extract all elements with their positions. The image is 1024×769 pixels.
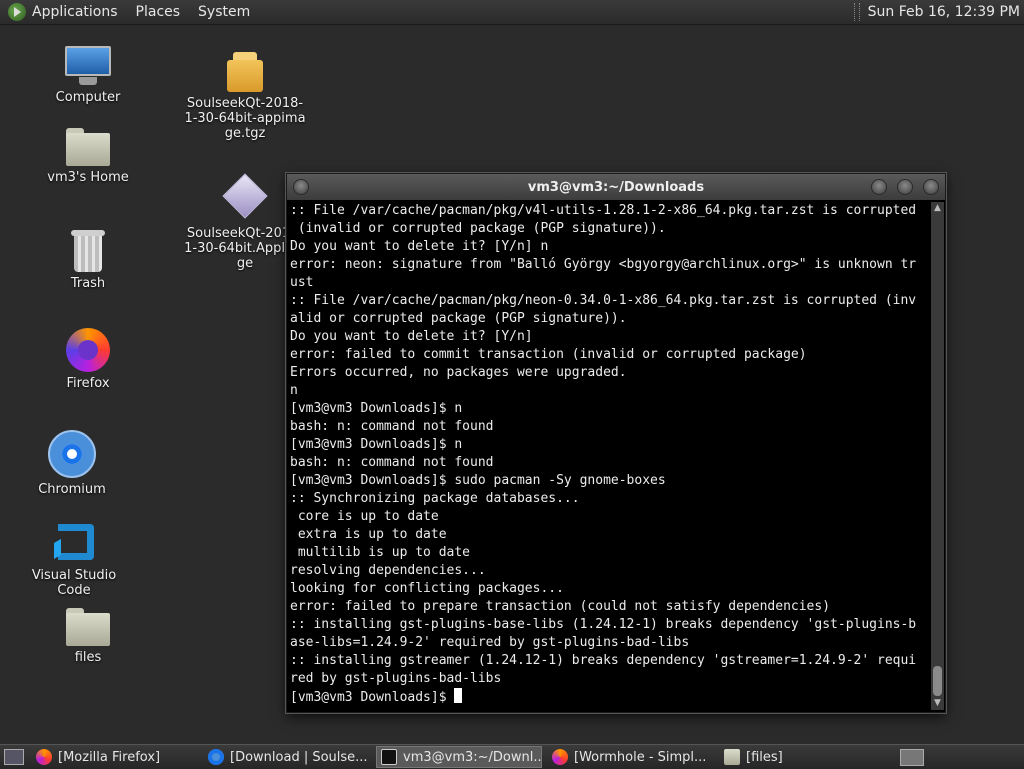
close-button[interactable] (923, 179, 939, 195)
chromium-icon (208, 749, 224, 765)
terminal-line: (invalid or corrupted package (PGP signa… (290, 221, 666, 236)
terminal-line: bash: n: command not found (290, 455, 494, 470)
desktop-icon-label: vm3's Home (47, 170, 129, 185)
desktop-icon-label: Computer (55, 90, 121, 105)
terminal-line: extra is up to date (290, 527, 447, 542)
desktop-icon-label: Trash (70, 276, 106, 291)
terminal-prompt: [vm3@vm3 Downloads]$ (290, 690, 455, 705)
terminal-line: :: installing gstreamer (1.24.12-1) brea… (290, 653, 917, 668)
task-label: [files] (746, 749, 783, 765)
terminal-line: [vm3@vm3 Downloads]$ n (290, 437, 463, 452)
top-panel: Applications Places System Sun Feb 16, 1… (0, 0, 1024, 25)
task-chromium-download[interactable]: [Download | Soulse... (204, 747, 370, 767)
text-cursor (454, 688, 463, 703)
desktop-icon-chromium[interactable]: Chromium (17, 430, 127, 497)
scroll-thumb[interactable] (933, 666, 942, 696)
desktop-icon-label: files (74, 650, 102, 665)
terminal-line: Do you want to delete it? [Y/n] (290, 329, 533, 344)
task-firefox-wormhole[interactable]: [Wormhole - Simpl... (548, 747, 714, 767)
terminal-line: n (290, 383, 298, 398)
terminal-line: :: Synchronizing package databases... (290, 491, 580, 506)
desktop-icon-soulseek-tgz[interactable]: SoulseekQt-2018-1-30-64bit-appimage.tgz (183, 52, 307, 141)
firefox-icon (552, 749, 568, 765)
folder-icon (724, 749, 740, 765)
terminal-scrollbar[interactable]: ▲ ▼ (931, 202, 944, 710)
terminal-output[interactable]: :: File /var/cache/pacman/pkg/v4l-utils-… (289, 202, 929, 710)
scroll-down-arrow-icon[interactable]: ▼ (931, 697, 944, 710)
task-label: [Wormhole - Simpl... (574, 749, 707, 765)
applications-menu[interactable]: Applications (32, 4, 118, 20)
workspace-switcher[interactable] (900, 749, 924, 766)
terminal-line: ust (290, 275, 314, 290)
desktop-icon-firefox[interactable]: Firefox (33, 328, 143, 391)
terminal-line: Do you want to delete it? [Y/n] n (290, 239, 549, 254)
desktop-icon-trash[interactable]: Trash (33, 230, 143, 291)
task-terminal[interactable]: vm3@vm3:~/Downl... (376, 746, 542, 768)
terminal-icon (381, 749, 397, 765)
task-label: [Mozilla Firefox] (58, 749, 161, 765)
archive-icon (227, 52, 263, 92)
window-menu-button[interactable] (293, 179, 309, 195)
terminal-line: alid or corrupted package (PGP signature… (290, 311, 627, 326)
places-menu[interactable]: Places (136, 4, 181, 20)
home-folder-icon (66, 128, 110, 166)
terminal-line: core is up to date (290, 509, 439, 524)
desktop-icon-label: Visual Studio Code (31, 568, 117, 598)
desktop-icon-label: Firefox (66, 376, 110, 391)
terminal-prompt-line[interactable]: [vm3@vm3 Downloads]$ (289, 688, 929, 707)
desktop-icon-label: SoulseekQt-2018-1-30-64bit-appimage.tgz (184, 96, 306, 141)
terminal-line: bash: n: command not found (290, 419, 494, 434)
desktop-icon-vscode[interactable]: Visual Studio Code (14, 520, 134, 598)
terminal-line: Errors occurred, no packages were upgrad… (290, 365, 627, 380)
maximize-button[interactable] (897, 179, 913, 195)
scroll-up-arrow-icon[interactable]: ▲ (931, 202, 944, 215)
distro-logo-icon[interactable] (8, 3, 26, 21)
terminal-line: resolving dependencies... (290, 563, 486, 578)
show-desktop-icon[interactable] (4, 749, 24, 765)
terminal-line: error: failed to prepare transaction (co… (290, 599, 831, 614)
terminal-line: red by gst-plugins-bad-libs (290, 671, 502, 686)
computer-icon (65, 46, 111, 86)
terminal-line: error: failed to commit transaction (inv… (290, 347, 807, 362)
task-label: vm3@vm3:~/Downl... (403, 749, 542, 765)
desktop-icon-home[interactable]: vm3's Home (33, 128, 143, 185)
terminal-line: looking for conflicting packages... (290, 581, 564, 596)
vscode-icon (52, 520, 96, 564)
trash-icon (71, 230, 105, 272)
task-label: [Download | Soulse... (230, 749, 368, 765)
folder-icon (66, 608, 110, 646)
terminal-line: :: installing gst-plugins-base-libs (1.2… (290, 617, 917, 632)
minimize-button[interactable] (871, 179, 887, 195)
panel-separator (853, 3, 860, 21)
chromium-icon (48, 430, 96, 478)
terminal-line: multilib is up to date (290, 545, 471, 560)
clock[interactable]: Sun Feb 16, 12:39 PM (868, 4, 1020, 20)
system-menu[interactable]: System (198, 4, 250, 20)
terminal-titlebar[interactable]: vm3@vm3:~/Downloads (287, 174, 945, 200)
terminal-line: :: File /var/cache/pacman/pkg/v4l-utils-… (290, 203, 917, 218)
bottom-taskbar: [Mozilla Firefox] [Download | Soulse... … (0, 744, 1024, 769)
appimage-icon (222, 173, 268, 219)
terminal-window[interactable]: vm3@vm3:~/Downloads :: File /var/cache/p… (286, 173, 946, 713)
terminal-line: ase-libs=1.24.9-2' required by gst-plugi… (290, 635, 690, 650)
terminal-line: :: File /var/cache/pacman/pkg/neon-0.34.… (290, 293, 917, 308)
desktop-icon-label: Chromium (38, 482, 106, 497)
terminal-title: vm3@vm3:~/Downloads (527, 179, 705, 195)
terminal-line: error: neon: signature from "Balló Györg… (290, 257, 917, 272)
firefox-icon (36, 749, 52, 765)
terminal-line: [vm3@vm3 Downloads]$ n (290, 401, 463, 416)
task-firefox[interactable]: [Mozilla Firefox] (32, 747, 198, 767)
task-files[interactable]: [files] (720, 747, 828, 767)
desktop-icon-files[interactable]: files (33, 608, 143, 665)
terminal-line: [vm3@vm3 Downloads]$ sudo pacman -Sy gno… (290, 473, 666, 488)
firefox-icon (66, 328, 110, 372)
desktop-icon-computer[interactable]: Computer (33, 46, 143, 105)
